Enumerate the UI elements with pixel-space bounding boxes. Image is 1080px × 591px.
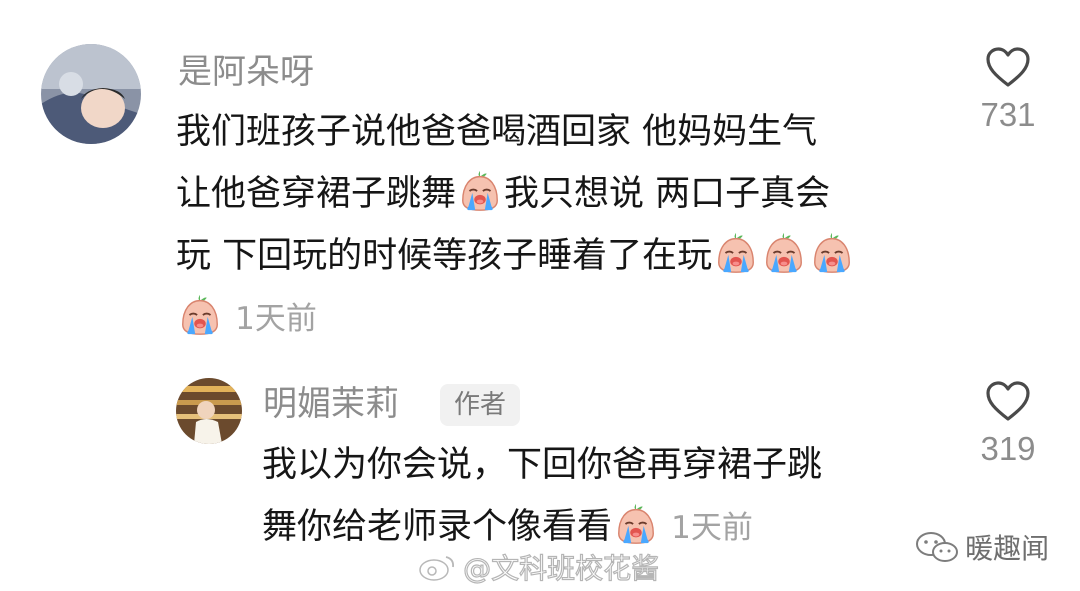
heart-icon (986, 47, 1030, 87)
comment-like-button[interactable]: 731 (958, 46, 1058, 134)
comment-username[interactable]: 是阿朵呀 (178, 52, 314, 92)
reply-time: 1天前 (671, 510, 753, 546)
avatar-photo (176, 378, 242, 444)
reply-line-2-text: 舞你给老师录个像看看 (262, 507, 613, 547)
comment-text: 我们班孩子说他爸爸喝酒回家 他妈妈生气 让他爸穿裙子跳舞 我只想说 两口子真会 玩… (176, 101, 856, 349)
comment-line-2-part-1: 让他爸穿裙子跳舞 (176, 174, 457, 214)
reply-like-button[interactable]: 319 (958, 380, 1058, 468)
comment-time: 1天前 (235, 301, 317, 337)
cry-emoji-icon (457, 168, 503, 214)
author-badge: 作者 (440, 384, 521, 426)
wechat-watermark: 暖趣闻 (914, 527, 1049, 567)
weibo-handle: @文科班校花酱 (462, 551, 660, 585)
wechat-account-name: 暖趣闻 (965, 532, 1050, 565)
comment-line-3-text: 玩 下回玩的时候等孩子睡着了在玩 (176, 236, 713, 276)
comment-line-3: 玩 下回玩的时候等孩子睡着了在玩 (176, 225, 856, 287)
avatar[interactable] (41, 44, 141, 144)
comment-line-2: 让他爸穿裙子跳舞 我只想说 两口子真会 (176, 163, 856, 225)
cry-emoji-icon (177, 292, 223, 338)
avatar-photo (41, 44, 141, 144)
comment-line-2-part-2: 我只想说 两口子真会 (504, 174, 831, 214)
reply-username[interactable]: 明媚茉莉 (263, 384, 399, 424)
cry-emoji-icon (761, 230, 807, 276)
heart-icon (986, 381, 1030, 421)
wechat-logo-icon (916, 532, 958, 562)
reply-line-1: 我以为你会说，下回你爸再穿裙子跳 (262, 445, 823, 485)
cry-emoji-icon (809, 230, 855, 276)
comment-line-1: 我们班孩子说他爸爸喝酒回家 他妈妈生气 (176, 112, 818, 152)
cry-emoji-icon (613, 501, 659, 547)
like-count: 731 (980, 96, 1036, 133)
reply-avatar[interactable] (176, 378, 242, 444)
reply-text: 我以为你会说，下回你爸再穿裙子跳 舞你给老师录个像看看 1天前 (262, 434, 822, 558)
like-count: 319 (980, 430, 1036, 467)
comment-meta: 1天前 (176, 287, 856, 349)
weibo-watermark: @文科班校花酱 (418, 547, 660, 587)
weibo-logo-icon (418, 556, 455, 582)
cry-emoji-icon (713, 230, 759, 276)
